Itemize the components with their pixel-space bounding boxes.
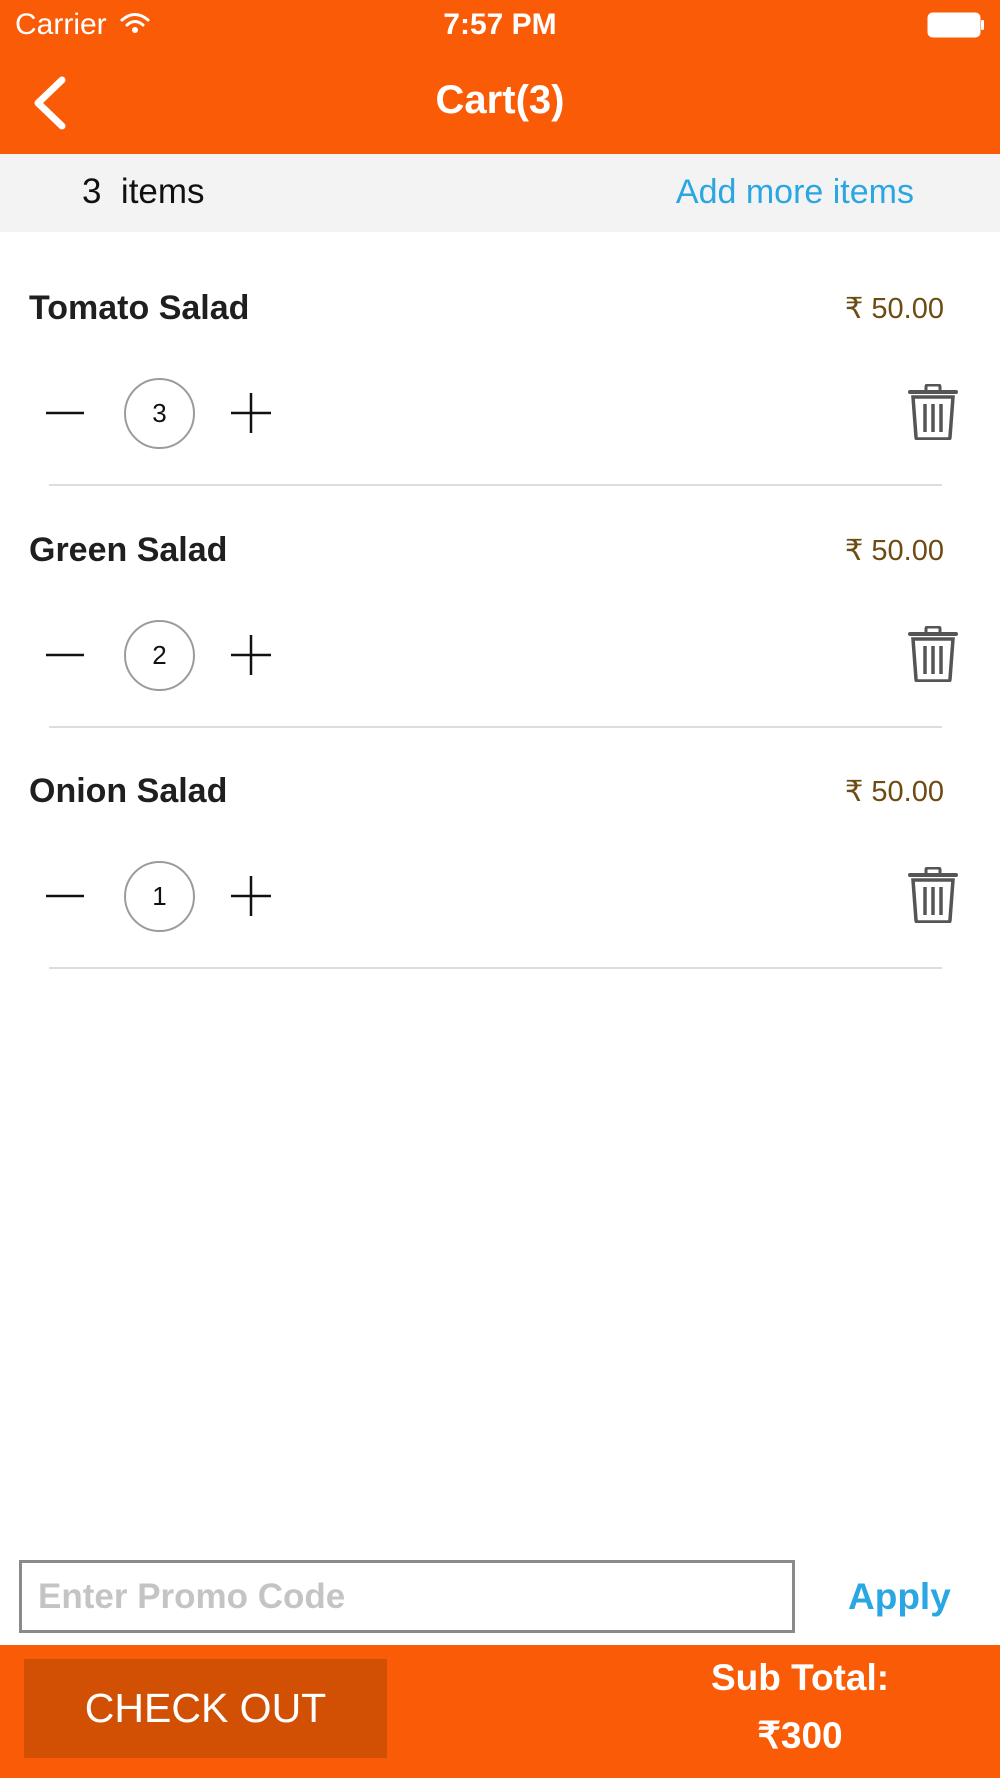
item-name: Green Salad (29, 531, 228, 569)
trash-icon[interactable] (908, 867, 958, 923)
cart-screen: Carrier 7:57 PM Cart(3) 3 items Add more… (0, 0, 1000, 1778)
page-title: Cart(3) (435, 78, 565, 122)
cart-item: Tomato Salad ₹ 50.00 3 (0, 254, 1000, 495)
subtotal-label: Sub Total: (710, 1657, 890, 1698)
status-time: 7:57 PM (443, 8, 557, 41)
subtotal-value: ₹300 (757, 1715, 843, 1756)
checkout-button[interactable]: CHECK OUT (24, 1659, 387, 1758)
quantity-value: 1 (124, 861, 195, 932)
increment-button[interactable] (229, 633, 273, 677)
increment-button[interactable] (229, 874, 273, 918)
item-name: Onion Salad (29, 772, 228, 810)
item-price: ₹ 50.00 (844, 293, 944, 325)
item-price: ₹ 50.00 (844, 535, 944, 567)
item-name: Tomato Salad (29, 289, 250, 327)
cart-item: Onion Salad ₹ 50.00 1 (0, 737, 1000, 978)
checkout-footer: CHECK OUT Sub Total: ₹300 (0, 1645, 1000, 1778)
increment-button[interactable] (229, 391, 273, 435)
add-more-items-link[interactable]: Add more items (676, 173, 914, 212)
trash-icon[interactable] (908, 626, 958, 682)
promo-code-input[interactable] (19, 1560, 795, 1633)
decrement-button[interactable] (43, 633, 87, 677)
quantity-value: 2 (124, 620, 195, 691)
item-count: 3 items (82, 172, 205, 211)
trash-icon[interactable] (908, 384, 958, 440)
quantity-value: 3 (124, 378, 195, 449)
decrement-button[interactable] (43, 874, 87, 918)
app-header: Carrier 7:57 PM Cart(3) (0, 0, 1000, 154)
decrement-button[interactable] (43, 391, 87, 435)
item-divider (49, 726, 942, 728)
item-price: ₹ 50.00 (844, 776, 944, 808)
item-divider (49, 484, 942, 486)
item-divider (49, 967, 942, 969)
cart-summary-bar: 3 items Add more items (0, 154, 1000, 232)
apply-promo-button[interactable]: Apply (848, 1576, 951, 1618)
cart-item: Green Salad ₹ 50.00 2 (0, 496, 1000, 737)
battery-icon (927, 12, 984, 38)
